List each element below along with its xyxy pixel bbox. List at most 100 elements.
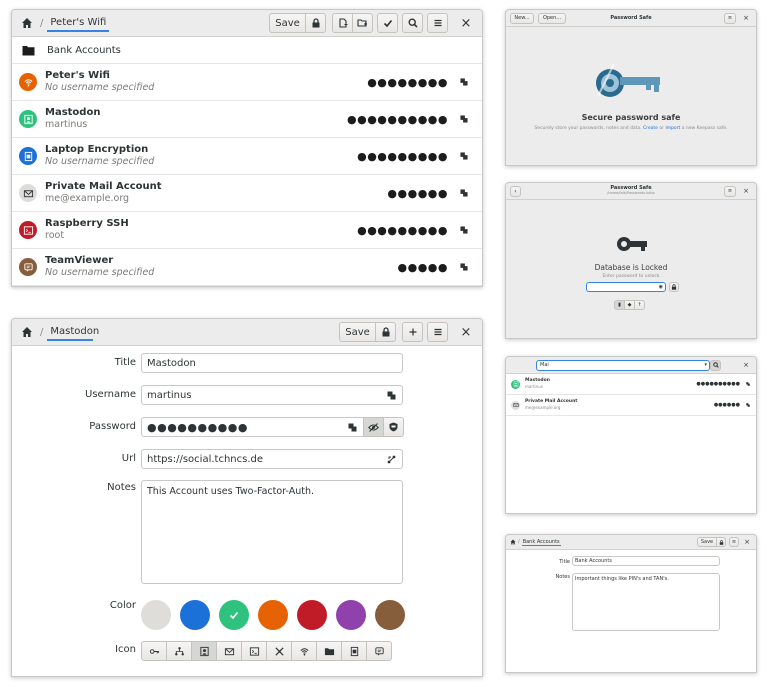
reveal-icon[interactable]: ◉	[659, 284, 663, 290]
open-button[interactable]: Open...	[538, 12, 566, 24]
title-value: Mastodon	[147, 357, 196, 369]
color-swatch[interactable]	[219, 600, 249, 630]
breadcrumb-current[interactable]: Peter's Wifi	[47, 15, 110, 32]
close-button[interactable]: ×	[742, 537, 752, 547]
icon-option[interactable]	[241, 641, 267, 661]
copy-icon[interactable]	[387, 391, 396, 400]
group-notes-field[interactable]: Important things like PIN's and TAN's.	[572, 573, 720, 631]
color-swatch[interactable]	[180, 600, 210, 630]
open-link-icon[interactable]	[387, 455, 396, 464]
password-field[interactable]: ●●●●●●●●●●	[141, 417, 364, 437]
breadcrumb-current[interactable]: Mastodon	[47, 324, 99, 341]
welcome-heading: Secure password safe	[581, 113, 681, 122]
menu-button[interactable]: ≡	[729, 537, 739, 547]
search-button[interactable]	[710, 359, 721, 371]
entry-row[interactable]: Raspberry SSH root ●●●●●●●●●	[12, 212, 482, 249]
menu-button[interactable]: ≡	[724, 12, 736, 24]
save-button[interactable]: Save	[269, 13, 306, 33]
group-title-field[interactable]: Bank Accounts	[572, 556, 720, 566]
entry-row[interactable]: TeamViewer No username specified ●●●●●	[12, 249, 482, 286]
close-button[interactable]: ×	[740, 13, 752, 24]
entry-text: Private Mail Account me@example.org	[525, 399, 577, 411]
entry-password: ●●●●●●	[713, 402, 740, 408]
color-swatch[interactable]	[375, 600, 405, 630]
close-button[interactable]: ×	[740, 186, 752, 197]
close-button[interactable]: ×	[740, 360, 752, 371]
color-swatch[interactable]	[141, 600, 171, 630]
copy-password-icon[interactable]	[458, 115, 470, 123]
search-button[interactable]	[402, 13, 423, 33]
menu-button[interactable]: ≡	[724, 185, 736, 197]
folder-row[interactable]: Bank Accounts	[12, 37, 482, 64]
url-field[interactable]: https://social.tchncs.de	[141, 449, 403, 469]
username-field[interactable]: martinus	[141, 385, 403, 405]
icon-option[interactable]	[266, 641, 292, 661]
back-button[interactable]: ‹	[510, 185, 521, 197]
add-attribute-button[interactable]	[402, 322, 423, 342]
icon-option[interactable]	[366, 641, 392, 661]
search-result-row[interactable]: Mastodon martinus ●●●●●●●●●●	[506, 374, 756, 395]
entry-row[interactable]: Peter's Wifi No username specified ●●●●●●●…	[12, 64, 482, 101]
icon-option[interactable]	[166, 641, 192, 661]
icon-option[interactable]	[216, 641, 242, 661]
copy-password-icon[interactable]	[458, 263, 470, 271]
copy-password-icon[interactable]	[458, 78, 470, 86]
add-entry-button[interactable]	[332, 13, 353, 33]
window-title-block: Password Safe /home/falk/Passwords.kdbx	[506, 186, 756, 196]
copy-password-icon[interactable]	[458, 226, 470, 234]
breadcrumb-current[interactable]: Bank Accounts	[521, 539, 561, 546]
entry-row[interactable]: Mastodon martinus ●●●●●●●●●●	[12, 101, 482, 138]
entry-password: ●●●●●●	[387, 186, 448, 200]
selection-mode-button[interactable]	[377, 13, 398, 33]
home-icon[interactable]	[18, 17, 36, 29]
save-lock-group: Save	[339, 322, 396, 342]
lock-button[interactable]	[375, 322, 396, 342]
home-icon[interactable]	[18, 326, 36, 338]
home-icon[interactable]	[510, 539, 516, 545]
lock-button[interactable]	[716, 537, 726, 547]
color-swatch[interactable]	[258, 600, 288, 630]
desc-prefix: Securely store your passwords, notes and…	[534, 126, 642, 131]
clear-search-icon[interactable]: ▾	[704, 362, 707, 368]
contact-icon	[513, 381, 518, 387]
icon-option[interactable]	[191, 641, 217, 661]
add-group-button[interactable]	[352, 13, 373, 33]
new-button[interactable]: New...	[510, 12, 534, 24]
title-field[interactable]: Mastodon	[141, 353, 403, 373]
notes-field[interactable]: This Account uses Two-Factor-Auth.	[141, 480, 403, 584]
menu-button[interactable]	[427, 13, 448, 33]
search-input[interactable]: Mai ▾	[536, 359, 710, 371]
import-link[interactable]: import	[665, 126, 680, 131]
contact-icon	[23, 114, 33, 124]
close-button[interactable]: ×	[456, 13, 476, 33]
entry-color-badge	[19, 221, 37, 239]
menu-button[interactable]	[427, 322, 448, 342]
lock-button[interactable]	[305, 13, 326, 33]
desc-suffix: a new Keepass safe.	[681, 126, 728, 131]
save-button[interactable]: Save	[697, 537, 717, 547]
generate-password-button[interactable]	[383, 417, 404, 437]
entry-row[interactable]: Private Mail Account me@example.org ●●●●●●	[12, 175, 482, 212]
icon-option[interactable]	[316, 641, 342, 661]
copy-password-icon[interactable]	[458, 152, 470, 160]
color-swatch[interactable]	[336, 600, 366, 630]
toggle-visibility-button[interactable]	[363, 417, 384, 437]
color-swatch[interactable]	[297, 600, 327, 630]
copy-password-icon[interactable]	[746, 382, 750, 386]
entry-subtitle: me@example.org	[525, 405, 561, 410]
close-button[interactable]: ×	[456, 322, 476, 342]
save-button[interactable]: Save	[339, 322, 376, 342]
create-link[interactable]: Create	[643, 126, 658, 131]
unlock-window: ‹ Password Safe /home/falk/Passwords.kdb…	[505, 182, 757, 339]
copy-password-icon[interactable]	[746, 403, 750, 407]
icon-option[interactable]	[141, 641, 167, 661]
search-result-row[interactable]: Private Mail Account me@example.org ●●●●●●	[506, 395, 756, 416]
entry-row[interactable]: Laptop Encryption No username specified ●●…	[12, 138, 482, 175]
unlock-button[interactable]	[669, 282, 679, 292]
composite-method-button[interactable]: ↑	[634, 300, 645, 310]
copy-icon[interactable]	[348, 423, 357, 432]
copy-password-icon[interactable]	[458, 189, 470, 197]
icon-option[interactable]	[341, 641, 367, 661]
unlock-password-input[interactable]: ◉	[586, 282, 666, 292]
icon-option[interactable]	[291, 641, 317, 661]
